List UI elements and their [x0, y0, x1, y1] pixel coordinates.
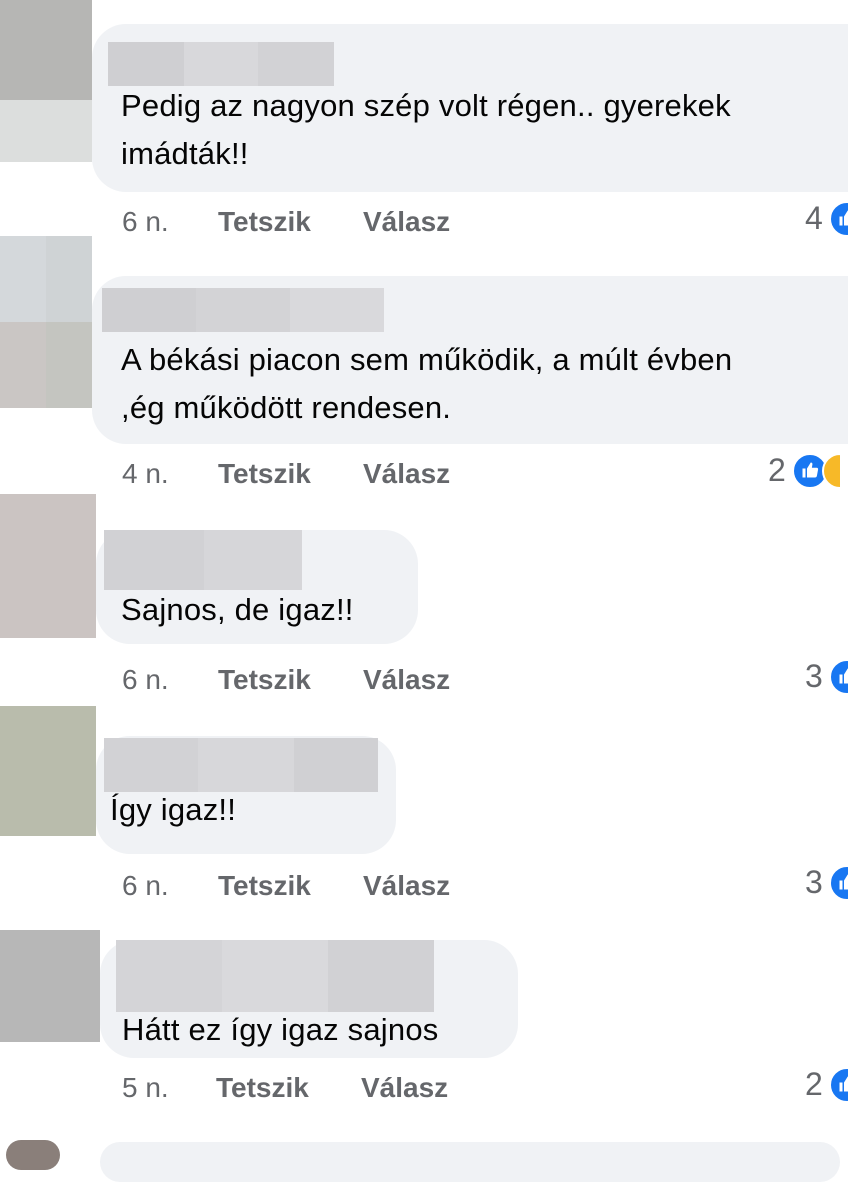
- author-name-redacted[interactable]: [102, 288, 384, 332]
- avatar[interactable]: [0, 0, 92, 162]
- comment-age: 4 n.: [122, 458, 169, 489]
- comment-item: A békási piacon sem működik, a múlt évbe…: [0, 236, 848, 496]
- avatar[interactable]: [6, 1140, 60, 1170]
- reply-button[interactable]: Válasz: [363, 458, 450, 490]
- like-icon: [828, 864, 848, 901]
- comment-text: Így igaz!!: [110, 792, 237, 827]
- reaction-count: 3: [805, 864, 823, 900]
- comment-bubble: Így igaz!!: [96, 736, 396, 854]
- comment-actions: 6 n. Tetszik Válasz: [122, 664, 522, 700]
- comment-item: Sajnos, de igaz!! 6 n. Tetszik Válasz 3: [0, 494, 848, 704]
- like-icon: [828, 200, 848, 237]
- avatar[interactable]: [0, 930, 100, 1042]
- comment-bubble: Hátt ez így igaz sajnos: [100, 940, 518, 1058]
- comment-bubble: Pedig az nagyon szép volt régen.. gyerek…: [92, 24, 848, 192]
- reaction-count: 4: [805, 200, 823, 236]
- author-name-redacted[interactable]: [104, 530, 302, 590]
- comment-text: Hátt ez így igaz sajnos: [122, 1012, 439, 1047]
- comment-text: A békási piacon sem működik, a múlt évbe…: [121, 342, 733, 425]
- comment-item: Így igaz!! 6 n. Tetszik Válasz 3: [0, 706, 848, 916]
- like-icon: [828, 658, 848, 695]
- comment-actions: 5 n. Tetszik Válasz: [122, 1072, 522, 1108]
- comment-item: Pedig az nagyon szép volt régen.. gyerek…: [0, 0, 848, 240]
- comment-bubble: [100, 1142, 840, 1182]
- reaction-summary[interactable]: 4: [805, 200, 848, 237]
- like-button[interactable]: Tetszik: [216, 1072, 309, 1104]
- comment-bubble: A békási piacon sem működik, a múlt évbe…: [92, 276, 848, 444]
- comment-text: Pedig az nagyon szép volt régen.. gyerek…: [121, 88, 731, 171]
- reaction-count: 2: [805, 1066, 823, 1102]
- comment-age: 5 n.: [122, 1072, 169, 1103]
- reply-button[interactable]: Válasz: [361, 1072, 448, 1104]
- haha-icon: [821, 452, 842, 489]
- reaction-summary[interactable]: 2: [768, 452, 842, 489]
- reaction-count: 2: [768, 452, 786, 488]
- avatar[interactable]: [0, 236, 92, 408]
- comment-age: 6 n.: [122, 664, 169, 695]
- like-icon: [828, 1066, 848, 1103]
- reply-button[interactable]: Válasz: [363, 664, 450, 696]
- comment-age: 6 n.: [122, 206, 169, 237]
- reply-button[interactable]: Válasz: [363, 870, 450, 902]
- comment-item: Hátt ez így igaz sajnos 5 n. Tetszik Vál…: [0, 930, 848, 1130]
- like-button[interactable]: Tetszik: [218, 870, 311, 902]
- like-button[interactable]: Tetszik: [218, 206, 311, 238]
- reaction-count: 3: [805, 658, 823, 694]
- avatar[interactable]: [0, 706, 96, 836]
- comment-actions: 6 n. Tetszik Válasz: [122, 870, 522, 906]
- comment-text: Sajnos, de igaz!!: [121, 592, 354, 627]
- reaction-summary[interactable]: 3: [805, 864, 848, 901]
- reaction-summary[interactable]: 2: [805, 1066, 848, 1103]
- comment-age: 6 n.: [122, 870, 169, 901]
- reaction-summary[interactable]: 3: [805, 658, 848, 695]
- comment-bubble: Sajnos, de igaz!!: [96, 530, 418, 644]
- author-name-redacted[interactable]: [104, 738, 378, 792]
- reply-button[interactable]: Válasz: [363, 206, 450, 238]
- avatar[interactable]: [0, 494, 96, 638]
- author-name-redacted[interactable]: [108, 42, 334, 86]
- like-button[interactable]: Tetszik: [218, 664, 311, 696]
- comment-actions: 4 n. Tetszik Válasz: [122, 458, 522, 494]
- author-name-redacted[interactable]: [116, 940, 434, 1012]
- like-button[interactable]: Tetszik: [218, 458, 311, 490]
